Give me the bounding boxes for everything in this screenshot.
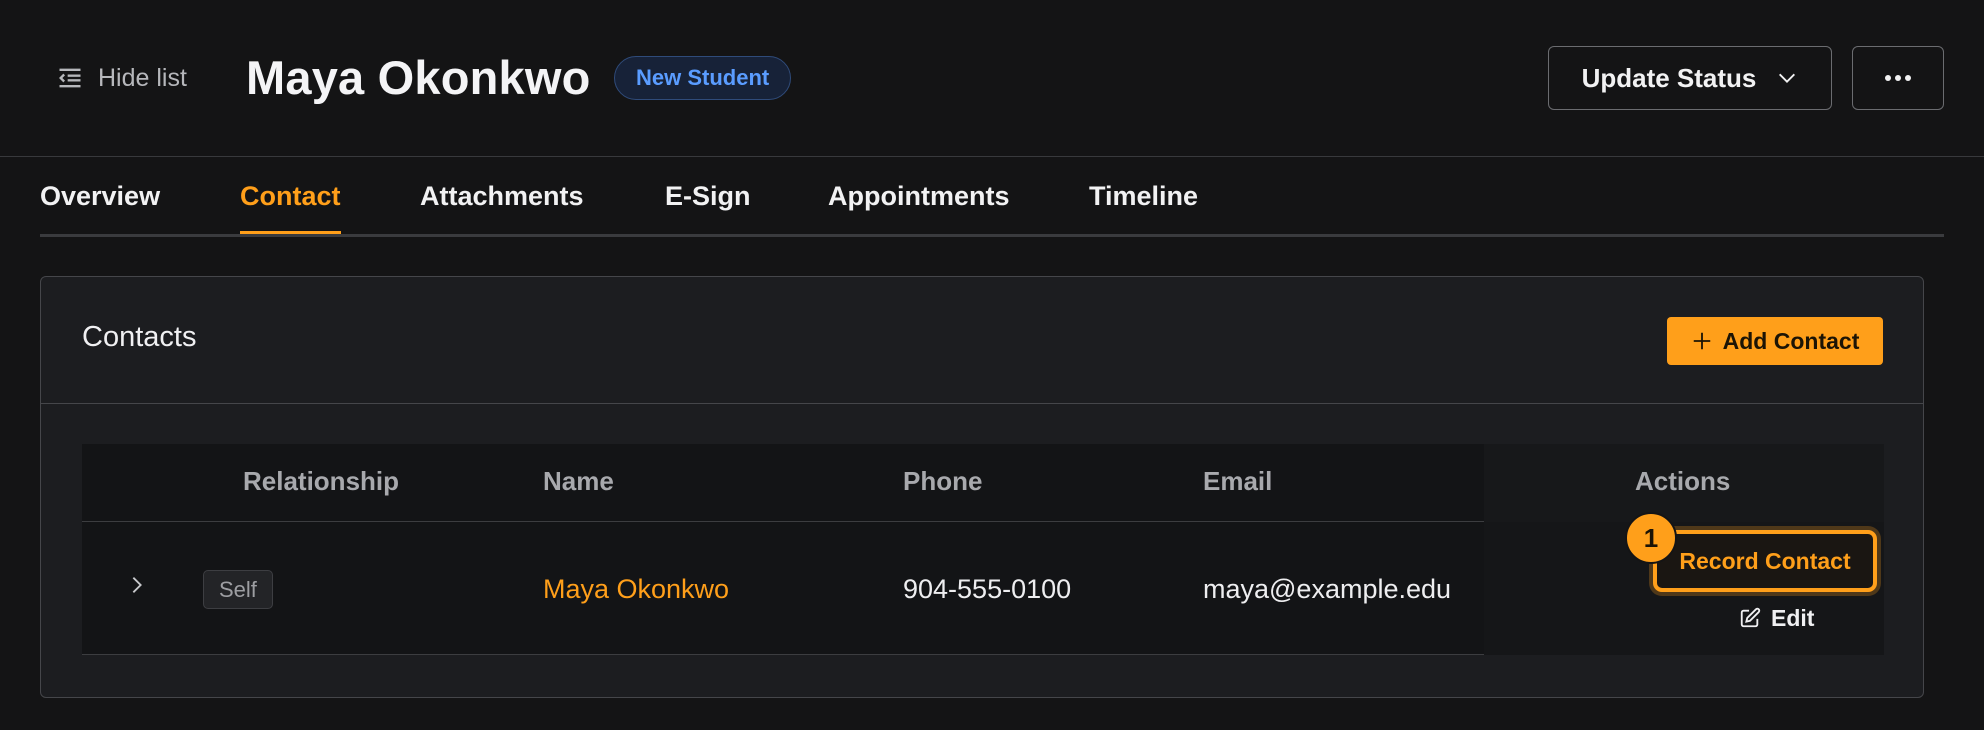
contacts-card-title: Contacts (82, 321, 197, 353)
contacts-card: Contacts Add Contact Relationship Name P… (40, 276, 1924, 698)
hide-list-label: Hide list (98, 63, 187, 92)
student-detail-page: Hide list Maya Okonkwo New Student Updat… (0, 0, 1984, 730)
status-badge: New Student (614, 56, 792, 100)
record-contact-button[interactable]: Record Contact (1653, 530, 1877, 592)
column-header-name: Name (543, 466, 614, 496)
contacts-card-header: Contacts Add Contact (41, 277, 1923, 404)
tab-bar: Overview Contact Attachments E-Sign Appo… (40, 157, 1944, 237)
ellipsis-icon (1885, 75, 1911, 81)
column-header-actions: Actions (1635, 466, 1731, 496)
edit-contact-button[interactable]: Edit (1739, 602, 1814, 634)
list-collapse-icon (59, 68, 81, 88)
update-status-label: Update Status (1581, 62, 1757, 93)
column-header-phone: Phone (903, 466, 983, 496)
tab-contact[interactable]: Contact (240, 181, 341, 234)
tab-attachments[interactable]: Attachments (420, 181, 584, 234)
page-title: Maya Okonkwo (246, 51, 591, 104)
relationship-tag: Self (203, 570, 273, 609)
step-number-badge: 1 (1625, 512, 1677, 564)
actions-cell: Record Contact 1 Edit (1484, 512, 1884, 655)
column-header-email: Email (1203, 466, 1273, 496)
table-row: Self Maya Okonkwo 904-555-0100 maya@exam… (82, 512, 1884, 655)
contact-email: maya@example.edu (1203, 574, 1452, 604)
chevron-right-icon[interactable] (126, 574, 148, 596)
chevron-down-icon (1779, 73, 1796, 83)
hide-list-button[interactable]: Hide list (56, 58, 187, 98)
add-contact-button[interactable]: Add Contact (1667, 317, 1883, 365)
add-contact-label: Add Contact (1722, 327, 1860, 354)
update-status-button[interactable]: Update Status (1548, 46, 1832, 110)
page-header: Hide list Maya Okonkwo New Student Updat… (0, 0, 1984, 157)
plus-icon (1693, 332, 1710, 350)
tab-overview[interactable]: Overview (40, 181, 160, 234)
tab-appointments[interactable]: Appointments (828, 181, 1010, 234)
edit-icon (1740, 607, 1761, 628)
edit-label: Edit (1771, 604, 1815, 631)
tab-e-sign[interactable]: E-Sign (665, 181, 751, 234)
more-options-button[interactable] (1852, 46, 1944, 110)
contact-phone: 904-555-0100 (903, 574, 1072, 604)
contacts-table: Relationship Name Phone Email Actions Se… (82, 444, 1884, 655)
tab-timeline[interactable]: Timeline (1089, 181, 1198, 234)
column-header-relationship: Relationship (243, 466, 400, 496)
contact-name-link[interactable]: Maya Okonkwo (543, 574, 729, 605)
table-header: Relationship Name Phone Email Actions (82, 444, 1884, 522)
